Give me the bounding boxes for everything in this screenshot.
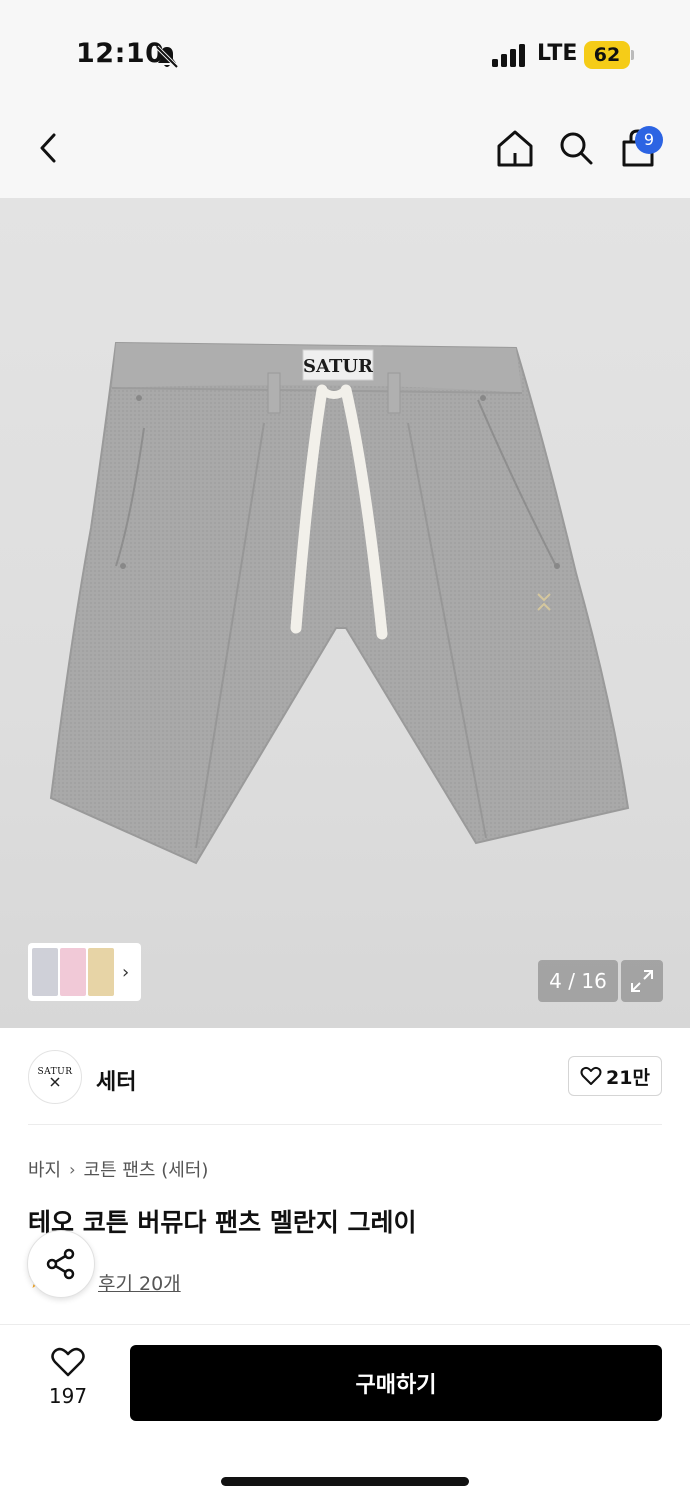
- top-nav-bar: [0, 100, 690, 198]
- shorts-print-label: SATUR: [303, 356, 374, 377]
- share-icon: [46, 1248, 75, 1280]
- battery-tip: [631, 50, 634, 60]
- thumbnail-strip[interactable]: ›: [28, 943, 141, 1001]
- thumbnail-beige[interactable]: [88, 948, 114, 996]
- image-counter: 4 / 16: [538, 960, 618, 1002]
- chevron-right-icon[interactable]: ›: [122, 962, 129, 983]
- bottom-bar-divider: [0, 1324, 690, 1325]
- brand-name[interactable]: 세터: [96, 1064, 136, 1096]
- brand-logo-text: SATUR: [37, 1067, 73, 1077]
- review-count-link[interactable]: 후기 20개: [98, 1269, 181, 1296]
- heart-icon: [51, 1347, 85, 1377]
- wishlist-count: 197: [48, 1384, 88, 1408]
- battery-indicator: 62: [584, 41, 630, 69]
- signal-icon: [492, 44, 525, 67]
- product-image-gallery[interactable]: SATUR › 4 / 16: [0, 198, 690, 1028]
- back-button[interactable]: [26, 126, 70, 170]
- status-bar: 12:10 LTE 62: [0, 0, 690, 100]
- thumbnail-grey[interactable]: [32, 948, 58, 996]
- breadcrumb: 바지 › 코튼 팬츠 (세터): [28, 1156, 208, 1182]
- product-title: 테오 코튼 버뮤다 팬츠 멜란지 그레이: [28, 1208, 417, 1237]
- divider: [28, 1124, 662, 1125]
- brand-row: SATUR 세터 21만: [0, 1028, 690, 1126]
- search-button[interactable]: [554, 126, 598, 170]
- expand-icon: [631, 970, 653, 992]
- home-indicator: [221, 1477, 469, 1486]
- wishlist-button[interactable]: 197: [30, 1346, 106, 1420]
- breadcrumb-item-subcategory[interactable]: 코튼 팬츠 (세터): [84, 1156, 209, 1182]
- buy-button[interactable]: 구매하기: [130, 1345, 662, 1421]
- share-button[interactable]: [27, 1230, 95, 1298]
- chevron-left-icon: [40, 133, 56, 163]
- chevron-right-icon: ›: [69, 1159, 76, 1179]
- home-button[interactable]: [493, 126, 537, 170]
- search-icon: [560, 132, 593, 165]
- brand-like-button[interactable]: 21만: [568, 1056, 662, 1096]
- brand-like-count: 21만: [606, 1066, 650, 1089]
- status-time: 12:10: [76, 38, 165, 69]
- product-image-shorts: SATUR: [49, 341, 630, 865]
- expand-button[interactable]: [621, 960, 663, 1002]
- cart-count-badge: 9: [635, 126, 663, 154]
- breadcrumb-item-category[interactable]: 바지: [28, 1156, 61, 1182]
- heart-icon: [580, 1066, 602, 1085]
- brand-mark-icon: [50, 1077, 60, 1087]
- thumbnail-pink[interactable]: [60, 948, 86, 996]
- home-icon: [497, 130, 533, 167]
- brand-logo[interactable]: SATUR: [28, 1050, 82, 1104]
- network-label: LTE: [537, 41, 578, 66]
- bell-muted-icon: [155, 45, 179, 69]
